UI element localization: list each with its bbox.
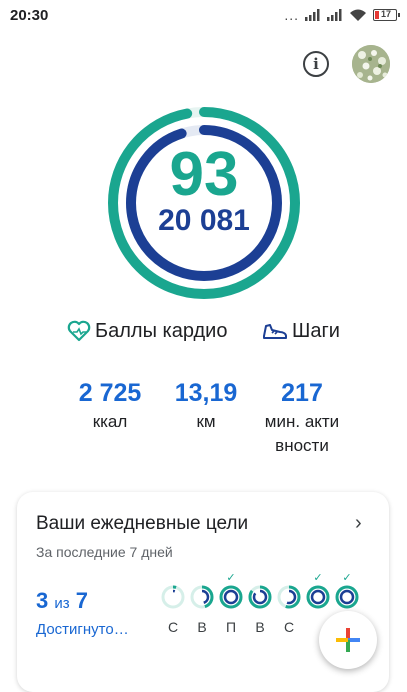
day-5: ✓	[305, 572, 331, 619]
goals-card-title: Ваши ежедневные цели	[36, 513, 249, 534]
stat-move-minutes: 217 мин. акти вности	[250, 378, 354, 458]
stat-distance-value: 13,19	[174, 379, 238, 407]
legend-heart-points-label: Баллы кардио	[95, 319, 228, 342]
day-label: С	[167, 619, 179, 635]
stat-move-minutes-label-line1: мин. акти	[264, 412, 340, 431]
stat-distance: 13,19 км	[168, 378, 244, 434]
legend-heart-points: Баллы кардио	[67, 318, 227, 344]
steps-value: 20 081	[158, 204, 250, 237]
add-button[interactable]	[319, 611, 377, 669]
goals-achieved-of: из	[54, 595, 70, 612]
day-4: С	[276, 572, 302, 635]
day-ring	[335, 585, 359, 609]
day-ring	[219, 585, 243, 609]
day-1: В	[189, 572, 215, 635]
day-check-icon: ✓	[342, 572, 352, 584]
day-ring	[161, 585, 185, 609]
day-2: ✓ П	[218, 572, 244, 635]
day-label: С	[283, 619, 295, 635]
goals-achieved-number: 3	[36, 588, 49, 613]
legend-steps: Шаги	[262, 318, 340, 344]
goals-achieved-count: 3 из 7	[36, 588, 88, 614]
stat-move-minutes-label-line2: вности	[275, 436, 329, 455]
day-3: В	[247, 572, 273, 635]
day-check-icon: ✓	[313, 572, 323, 584]
stat-distance-label: км	[196, 412, 216, 431]
chevron-right-icon[interactable]: ›	[355, 512, 362, 535]
stat-calories: 2 725 ккал	[72, 378, 148, 434]
day-check-icon: ✓	[226, 572, 236, 584]
stat-calories-value: 2 725	[78, 379, 142, 407]
day-ring	[306, 585, 330, 609]
heart-points-value: 93	[169, 140, 239, 209]
stat-calories-label: ккал	[92, 412, 128, 431]
stat-move-minutes-value: 217	[281, 379, 323, 407]
day-0: С	[160, 572, 186, 635]
heart-icon	[67, 320, 91, 342]
day-ring	[190, 585, 214, 609]
stat-move-minutes-label: мин. акти вности	[250, 410, 354, 458]
day-label: П	[225, 619, 237, 635]
day-label: В	[197, 619, 207, 635]
legend-steps-label: Шаги	[292, 319, 340, 342]
goals-achieved-label: Достигнуто…	[36, 621, 129, 638]
day-label: В	[255, 619, 265, 635]
day-ring	[248, 585, 272, 609]
day-check-icon	[160, 572, 186, 584]
goals-card-subtitle: За последние 7 дней	[36, 544, 173, 560]
day-check-icon	[276, 572, 302, 584]
day-check-icon	[247, 572, 273, 584]
plus-icon	[336, 628, 360, 652]
shoe-icon	[263, 324, 287, 339]
day-ring	[277, 585, 301, 609]
goals-achieved-total: 7	[75, 588, 89, 613]
day-check-icon	[189, 572, 215, 584]
